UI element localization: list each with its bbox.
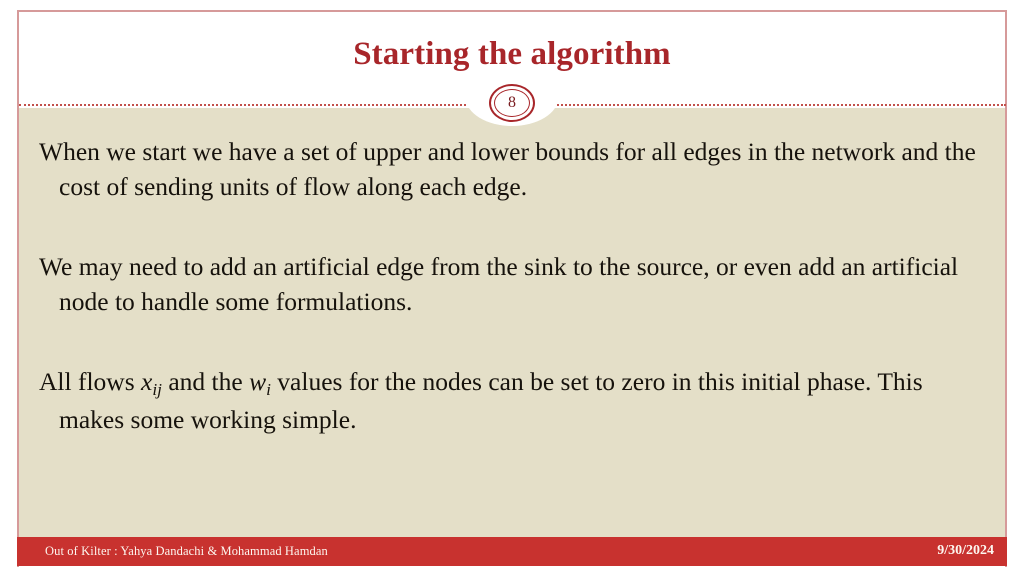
title-divider-left xyxy=(19,104,474,106)
math-variable: wi xyxy=(249,367,271,399)
page-title: Starting the algorithm xyxy=(353,36,671,72)
frame-right-border xyxy=(1005,10,1007,567)
footer-attribution: Out of Kilter : Yahya Dandachi & Mohamma… xyxy=(45,544,328,558)
frame-left-border xyxy=(17,10,19,567)
footer-date: 9/30/2024 xyxy=(937,543,994,558)
math-subscript: i xyxy=(266,379,271,399)
presentation-slide: Starting the algorithm 8 When we start w… xyxy=(0,0,1024,576)
math-subscript: ij xyxy=(152,379,162,399)
paragraph-initial-flows: All flows xij and the wi values for the … xyxy=(39,367,923,434)
math-variable: xij xyxy=(141,367,162,399)
slide-number-text: 8 xyxy=(508,94,516,111)
slide-content: When we start we have a set of upper and… xyxy=(39,134,987,437)
slide-number-badge: 8 xyxy=(489,84,535,122)
paragraph-artificial-edge: We may need to add an artificial edge fr… xyxy=(39,252,959,316)
title-divider-right xyxy=(550,104,1006,106)
frame-top-border xyxy=(17,10,1007,12)
paragraph-bounds: When we start we have a set of upper and… xyxy=(39,137,976,201)
